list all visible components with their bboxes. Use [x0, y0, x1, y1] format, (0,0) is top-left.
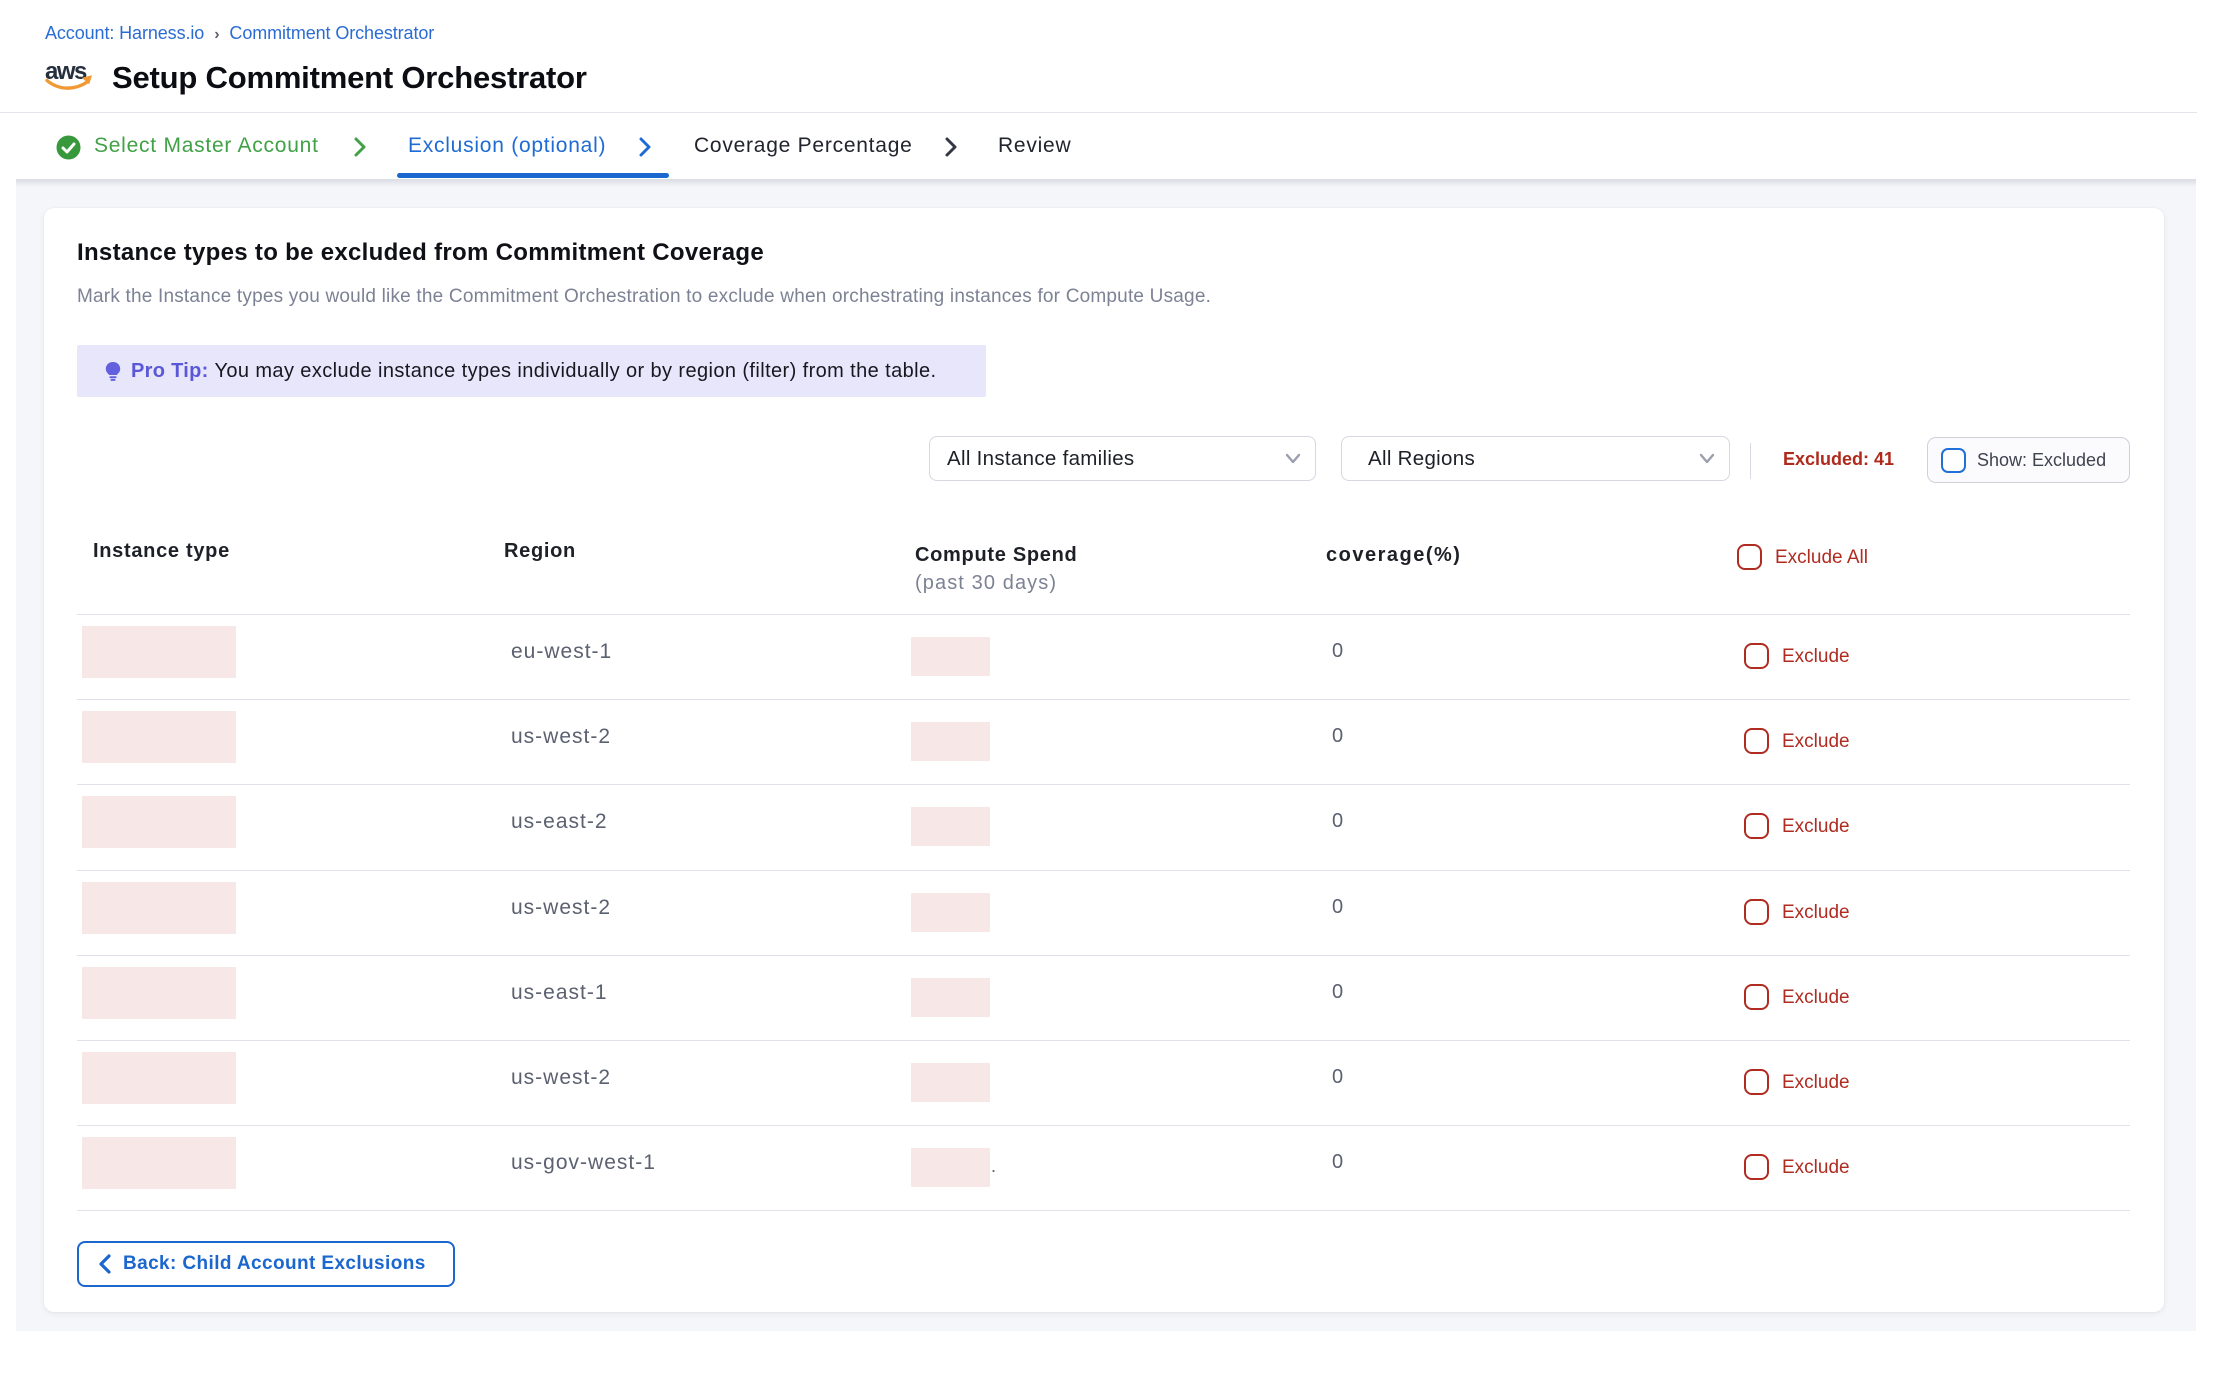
svg-text:aws: aws	[45, 60, 87, 85]
